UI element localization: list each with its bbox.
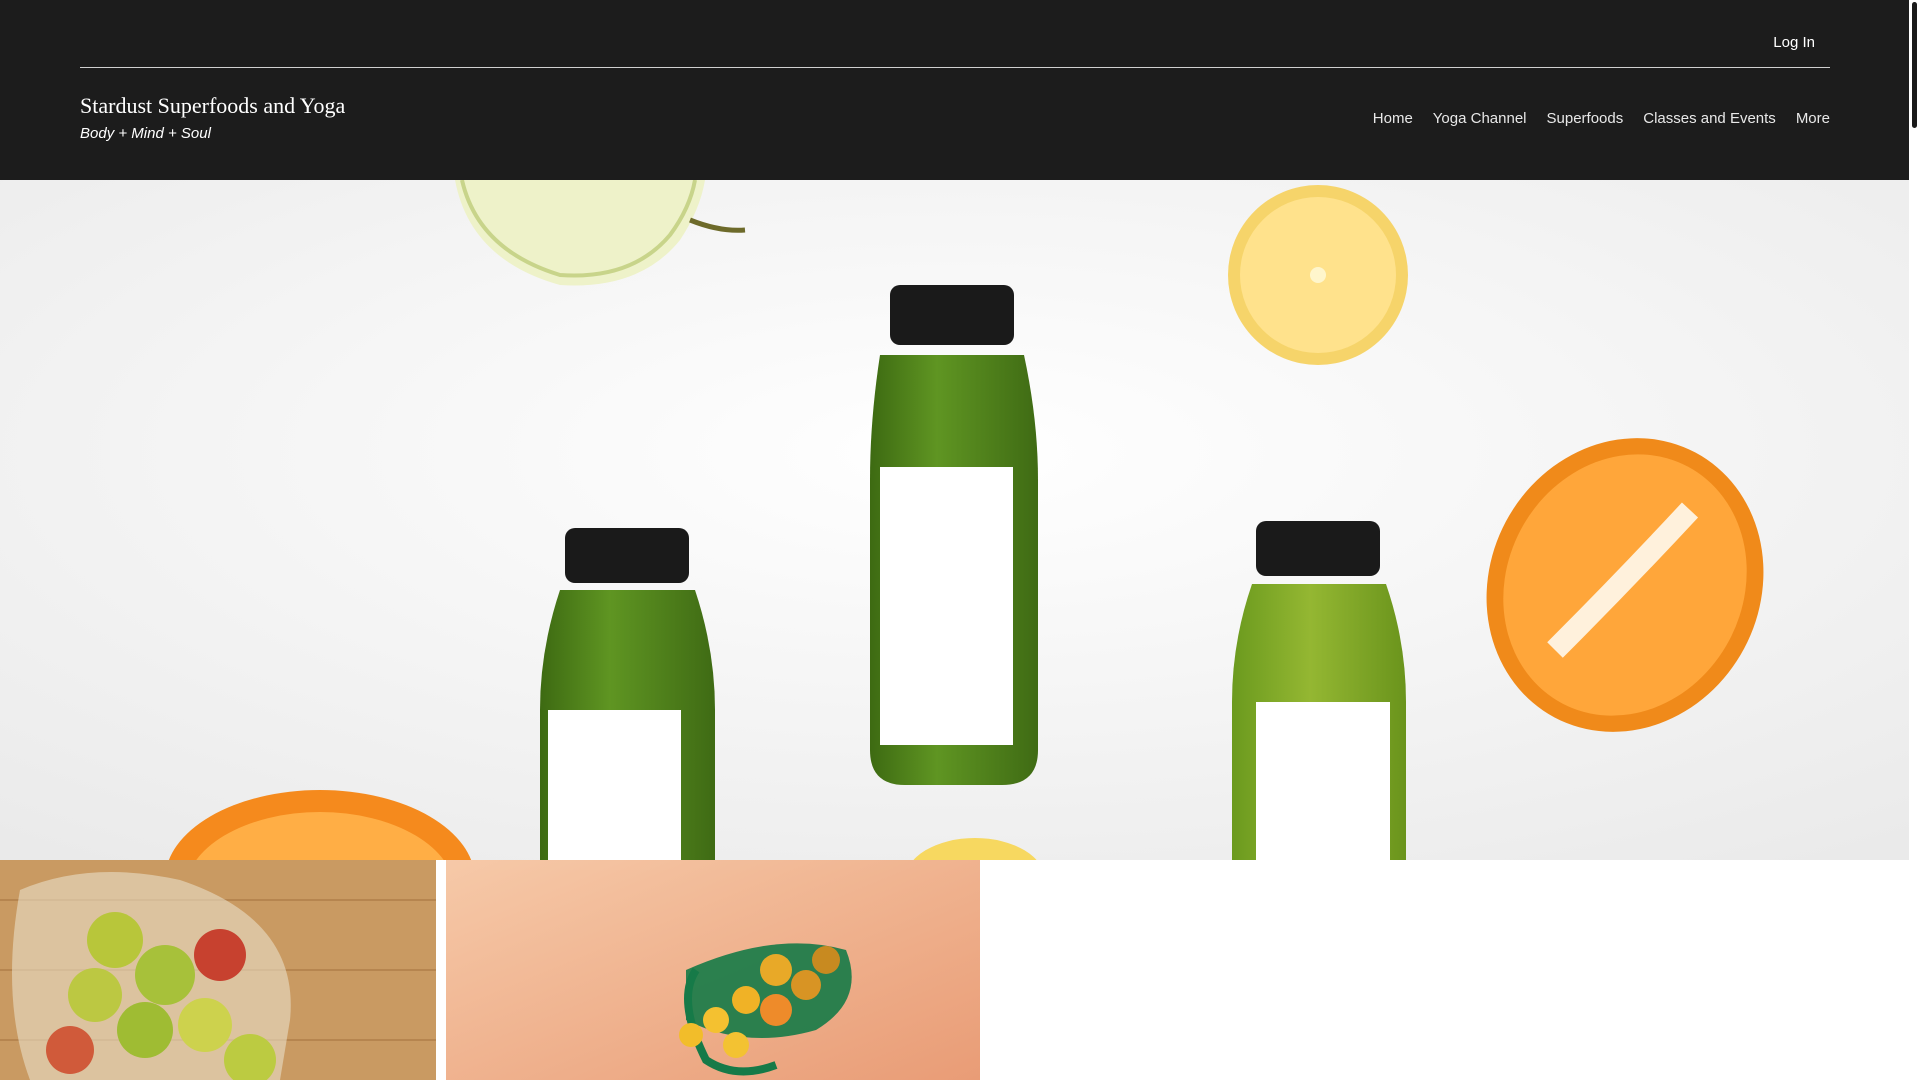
nav-yoga-channel[interactable]: Yoga Channel [1433, 110, 1527, 127]
site-header: Log In Stardust Superfoods and Yoga Body… [0, 0, 1909, 180]
hero-image [0, 180, 1909, 860]
login-button[interactable]: Log In [1773, 34, 1815, 51]
gallery-image-apples[interactable] [0, 860, 436, 1080]
photo-citrus-mesh-bag [446, 860, 980, 1080]
main-nav: Home Yoga Channel Superfoods Classes and… [1353, 110, 1830, 127]
scrollbar-thumb[interactable] [1912, 2, 1917, 128]
nav-more[interactable]: More [1796, 110, 1830, 127]
page: Log In Stardust Superfoods and Yoga Body… [0, 0, 1909, 1080]
photo-apples-mesh-bag [0, 860, 436, 1080]
page-scrollbar[interactable] [1909, 0, 1920, 1080]
hero-photo-juice-bottles [0, 180, 1909, 860]
site-tagline: Body + Mind + Soul [80, 125, 211, 142]
nav-classes-and-events[interactable]: Classes and Events [1643, 110, 1776, 127]
nav-superfoods[interactable]: Superfoods [1547, 110, 1624, 127]
header-divider [80, 67, 1830, 68]
gallery-image-citrus[interactable] [446, 860, 980, 1080]
site-title[interactable]: Stardust Superfoods and Yoga [80, 93, 345, 119]
nav-home[interactable]: Home [1373, 110, 1413, 127]
gallery-row [0, 860, 1909, 1080]
